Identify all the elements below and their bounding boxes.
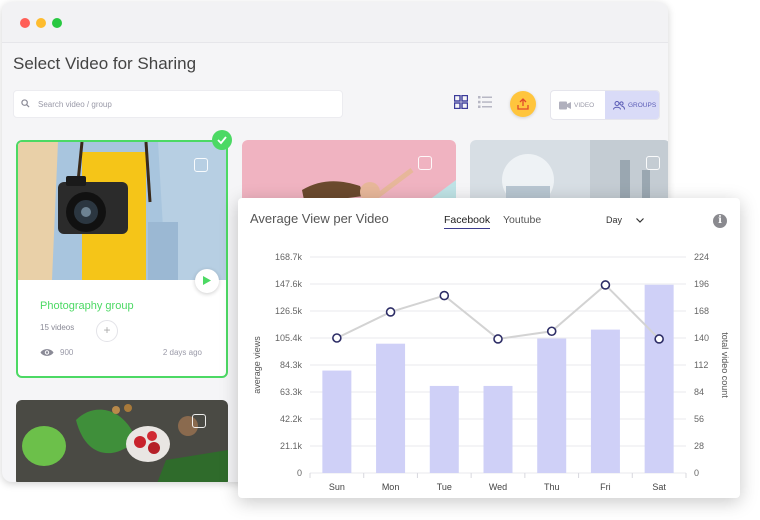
line-point (493, 334, 503, 344)
search-input[interactable] (36, 94, 330, 114)
y-tick-label: 168.7k (275, 252, 303, 262)
line-point (332, 333, 342, 343)
upload-icon (517, 98, 529, 110)
toggle-video[interactable]: VIDEO (551, 91, 605, 119)
y-tick-label: 21.1k (280, 441, 303, 451)
y-tick-label: 105.4k (275, 333, 303, 343)
copy-icon[interactable] (194, 158, 208, 172)
x-tick-label: Fri (600, 482, 611, 492)
x-tick-label: Sun (329, 482, 345, 492)
bar (376, 343, 406, 473)
video-camera-icon (559, 101, 571, 110)
search-box[interactable] (13, 90, 343, 118)
title-bar (2, 2, 668, 43)
eye-icon (40, 349, 54, 357)
chart-panel: Average View per Video Facebook Youtube … (238, 198, 740, 498)
bar (429, 385, 459, 473)
toggle-groups[interactable]: GROUPS (605, 91, 659, 119)
group-card-photography[interactable]: Photography group 15 videos + 900 2 days… (16, 140, 228, 378)
vegetables-thumbnail (16, 400, 228, 482)
group-card-4[interactable] (16, 400, 228, 482)
bar (483, 385, 513, 473)
add-video-button[interactable]: + (96, 320, 118, 342)
x-tick-label: Mon (382, 482, 400, 492)
y2-tick-label: 140 (694, 333, 709, 343)
y2-axis-label: total video count (720, 332, 730, 398)
view-count-value: 900 (60, 348, 74, 357)
list-view-icon[interactable] (478, 95, 492, 109)
y-tick-label: 126.5k (275, 306, 303, 316)
y-tick-label: 0 (297, 468, 302, 478)
x-tick-label: Tue (437, 482, 452, 492)
y2-tick-label: 224 (694, 252, 709, 262)
time-ago: 2 days ago (162, 348, 202, 357)
average-view-chart: 0 0 21.1k 28 42.2k 56 63.3k 84 84.3k 112 105.4k 140… (252, 252, 730, 492)
maximize-window-button[interactable] (52, 18, 62, 28)
line-point (439, 290, 450, 301)
line-point (654, 334, 664, 344)
bar (590, 329, 620, 473)
copy-icon[interactable] (418, 156, 432, 170)
view-count: 900 (40, 348, 73, 357)
play-icon (203, 276, 211, 285)
x-tick-label: Sat (652, 482, 666, 492)
y2-tick-label: 84 (694, 387, 704, 397)
x-tick-label: Thu (544, 482, 560, 492)
page-title: Select Video for Sharing (13, 54, 197, 73)
bar (322, 370, 352, 473)
x-tick-label: Wed (489, 482, 507, 492)
search-icon (21, 99, 30, 108)
y-tick-label: 63.3k (280, 387, 303, 397)
y2-tick-label: 196 (694, 279, 709, 289)
line-point (546, 326, 557, 337)
y2-tick-label: 0 (694, 468, 699, 478)
line-point (600, 280, 611, 290)
group-users-icon (613, 101, 625, 110)
y2-tick-label: 28 (694, 441, 704, 451)
copy-icon[interactable] (646, 156, 660, 170)
close-window-button[interactable] (20, 18, 30, 28)
group-name: Photography group (40, 300, 134, 312)
y2-tick-label: 112 (694, 360, 708, 370)
video-count: 15 videos (40, 323, 75, 332)
y2-tick-label: 56 (694, 414, 704, 424)
play-button[interactable] (195, 269, 219, 293)
toggle-video-label: VIDEO (574, 102, 595, 109)
copy-icon[interactable] (192, 414, 206, 428)
bar (644, 284, 674, 473)
line-point (385, 307, 396, 317)
y-tick-label: 147.6k (275, 279, 303, 289)
check-icon (217, 136, 227, 145)
y-tick-label: 84.3k (280, 360, 303, 370)
grid-view-icon[interactable] (454, 95, 468, 109)
y-axis-label: average views (252, 336, 262, 394)
selected-check-badge (212, 130, 232, 150)
y2-tick-label: 168 (694, 306, 709, 316)
video-groups-toggle: VIDEO GROUPS (550, 90, 660, 120)
minimize-window-button[interactable] (36, 18, 46, 28)
upload-button[interactable] (510, 91, 536, 117)
toggle-groups-label: GROUPS (628, 102, 657, 109)
y-tick-label: 42.2k (280, 414, 303, 424)
bar (537, 338, 567, 473)
